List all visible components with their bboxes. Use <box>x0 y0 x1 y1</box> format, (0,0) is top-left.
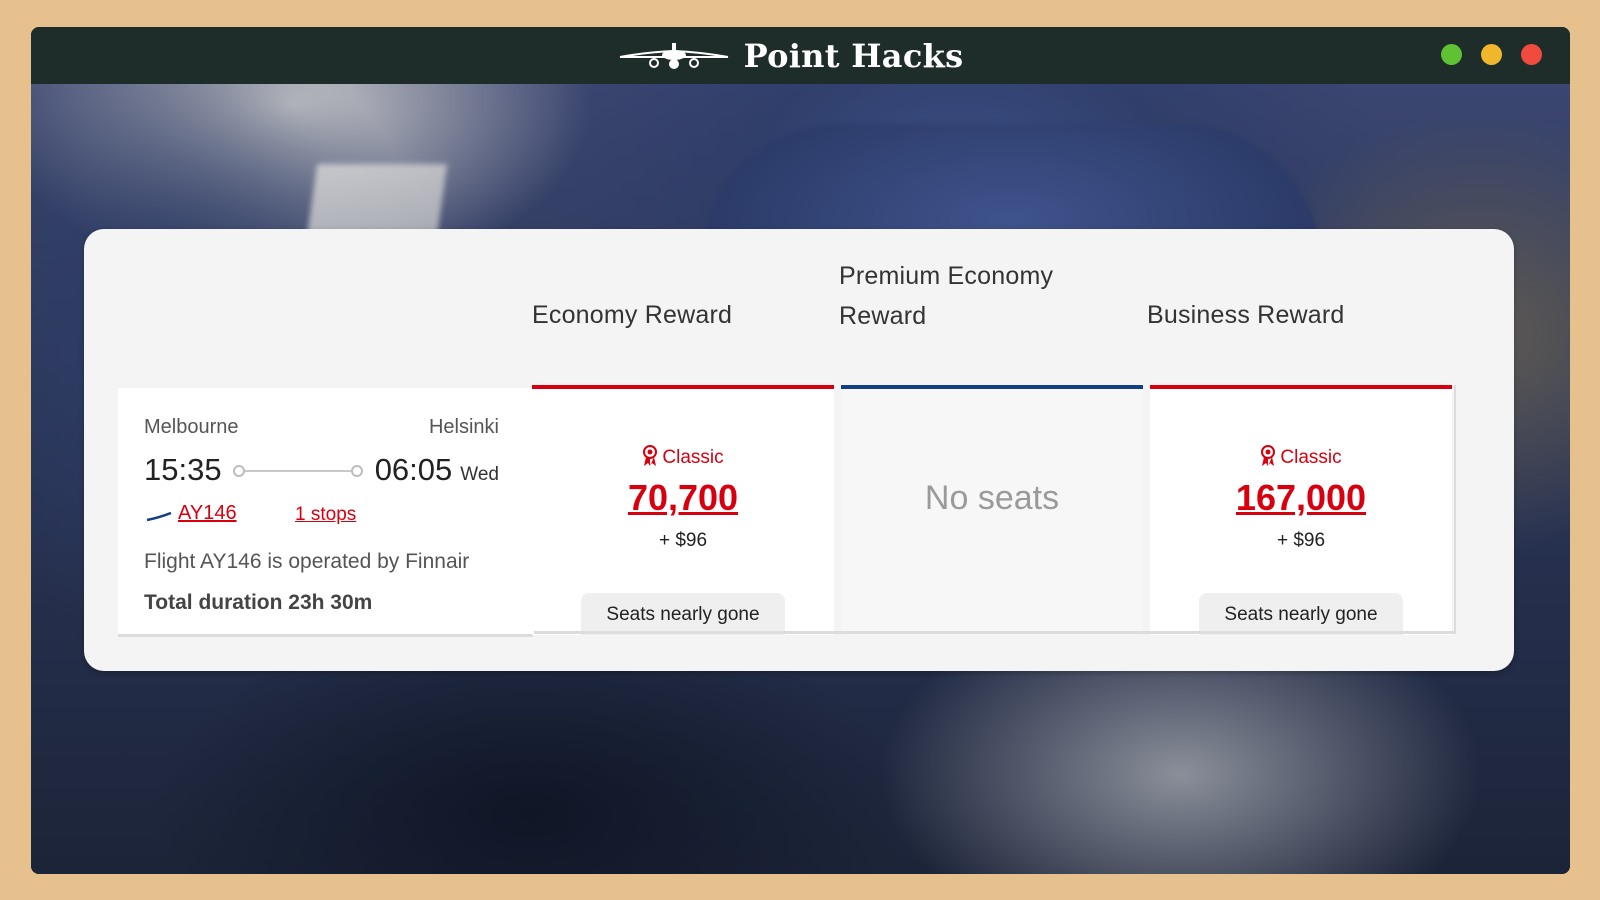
arrival-time-group: 06:05 Wed <box>375 452 499 488</box>
fare-business-tag: Classic <box>1150 445 1452 469</box>
flight-details: Melbourne Helsinki 15:35 06:05 Wed AY146 … <box>118 388 537 637</box>
column-header-economy: Economy Reward <box>532 301 733 329</box>
award-ribbon-icon <box>1261 445 1276 466</box>
total-duration: Total duration 23h 30m <box>144 591 373 614</box>
fare-business-tag-label: Classic <box>1280 447 1342 468</box>
departure-time: 15:35 <box>144 452 222 487</box>
fare-premium-no-seats: No seats <box>924 479 1060 517</box>
arrival-day: Wed <box>460 464 499 485</box>
finnair-logo-icon <box>146 512 172 522</box>
minimize-button[interactable] <box>1481 44 1502 65</box>
fare-business-tax: + $96 <box>1276 530 1326 551</box>
arrival-time: 06:05 <box>374 452 453 487</box>
window-controls <box>1441 44 1542 65</box>
fare-economy[interactable]: Classic 70,700 + $96 Seats nearly gone <box>532 385 834 635</box>
fare-business-points[interactable]: 167,000 <box>1150 477 1452 519</box>
flight-number-link[interactable]: AY146 <box>178 502 237 525</box>
brand-logo: Point Hacks <box>618 37 964 75</box>
fare-economy-tax: + $96 <box>658 530 708 551</box>
column-header-premium-line2: Reward <box>839 302 927 330</box>
fare-business[interactable]: Classic 167,000 + $96 Seats nearly gone <box>1150 385 1452 635</box>
destination-city: Helsinki <box>428 416 499 438</box>
table-bottom-border <box>534 631 1454 634</box>
stops-link[interactable]: 1 stops <box>295 504 356 526</box>
fare-economy-tag: Classic <box>532 445 834 469</box>
operated-by: Flight AY146 is operated by Finnair <box>144 550 470 573</box>
fare-economy-tag-label: Classic <box>662 447 724 468</box>
brand-name: Point Hacks <box>743 36 964 75</box>
table-right-border <box>1454 385 1456 634</box>
column-header-business: Business Reward <box>1147 301 1345 329</box>
award-ribbon-icon <box>643 445 658 466</box>
origin-city: Melbourne <box>144 416 239 438</box>
column-header-premium-economy: Premium Economy Reward <box>839 256 1053 336</box>
column-header-premium-line1: Premium Economy <box>839 262 1054 290</box>
flight-results-card: Economy Reward Premium Economy Reward Bu… <box>84 229 1514 671</box>
airplane-icon <box>619 42 728 69</box>
fare-economy-points[interactable]: 70,700 <box>532 477 834 519</box>
fare-business-status-badge: Seats nearly gone <box>1199 593 1403 635</box>
maximize-button[interactable] <box>1441 44 1462 65</box>
route-line <box>233 465 363 477</box>
fare-premium-economy: No seats <box>841 385 1143 635</box>
title-bar: Point Hacks <box>31 27 1570 84</box>
fare-economy-status-badge: Seats nearly gone <box>581 593 785 635</box>
close-button[interactable] <box>1521 44 1542 65</box>
